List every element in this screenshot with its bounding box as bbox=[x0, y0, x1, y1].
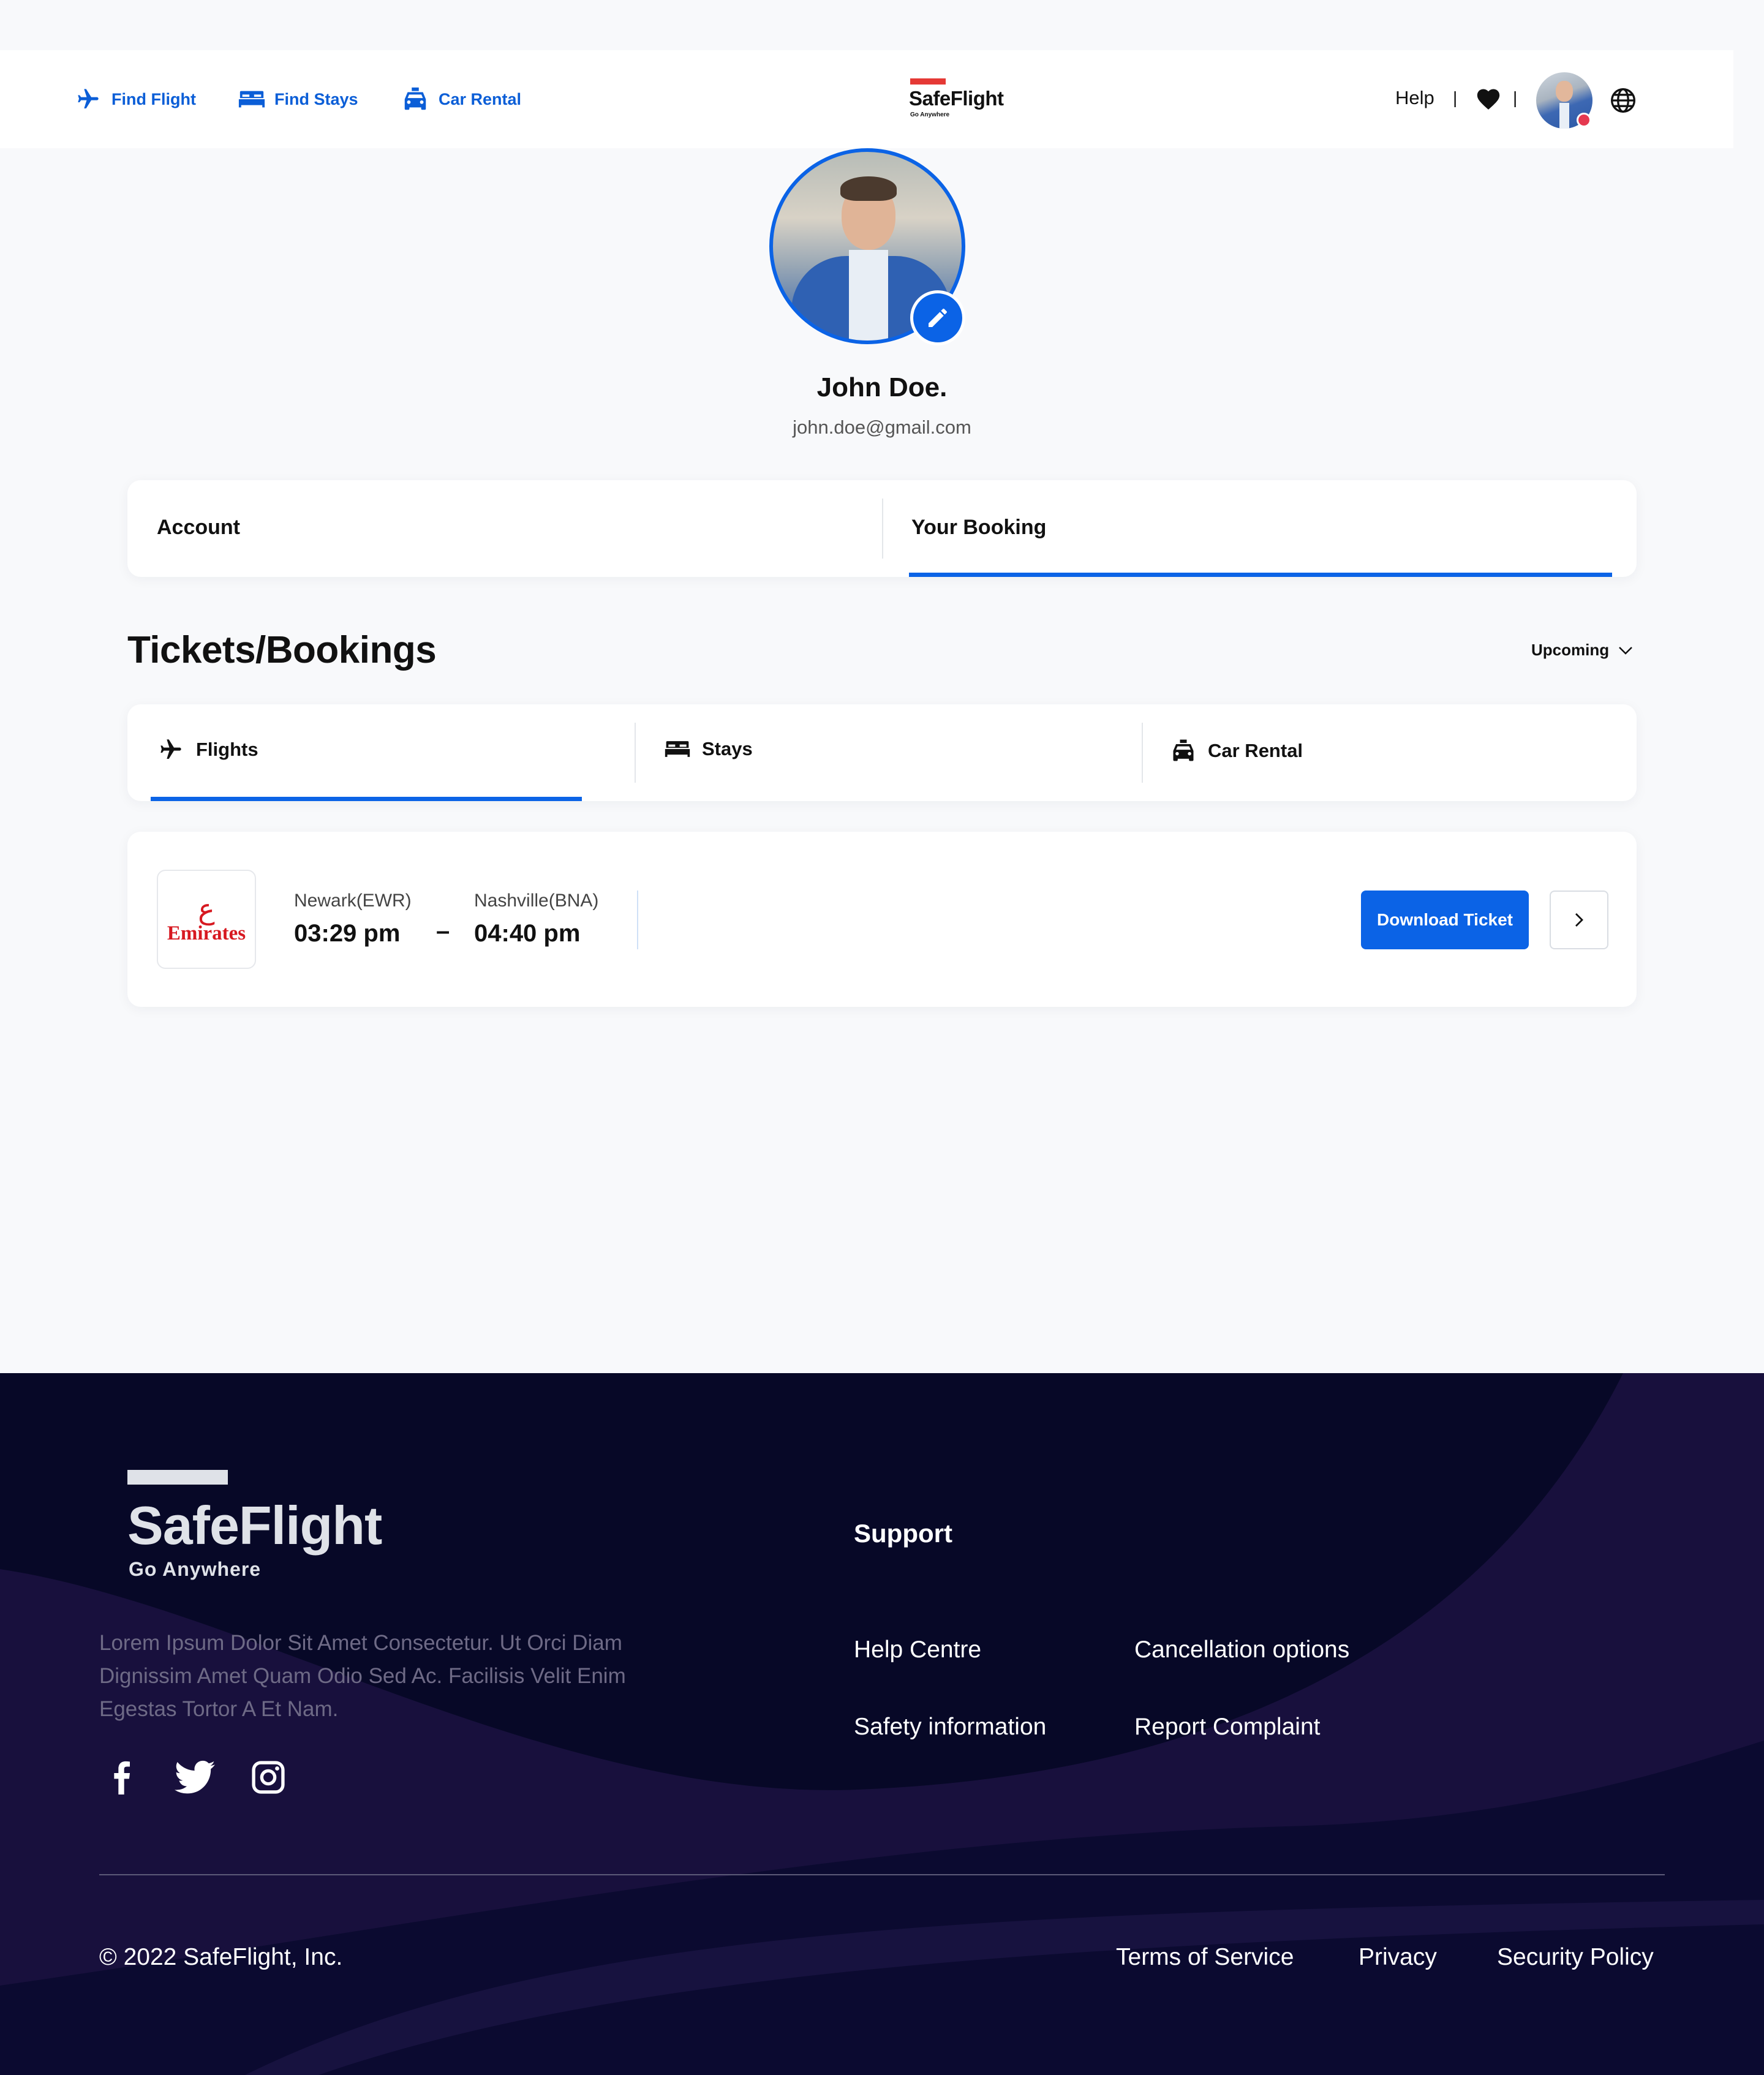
facebook-icon bbox=[114, 1761, 130, 1794]
footer: SafeFlight Go Anywhere Lorem Ipsum Dolor… bbox=[0, 1373, 1764, 2075]
profile-name: John Doe. bbox=[816, 372, 948, 402]
tab-car-rental[interactable]: Car Rental bbox=[1170, 737, 1303, 764]
brand-bar bbox=[910, 78, 946, 85]
twitter-link[interactable] bbox=[173, 1755, 217, 1799]
instagram-icon bbox=[252, 1761, 285, 1794]
card-divider bbox=[637, 891, 638, 949]
arrival-city: Nashville(BNA) bbox=[474, 891, 599, 911]
footer-link-security-policy[interactable]: Security Policy bbox=[1497, 1944, 1654, 1971]
nav-find-stays[interactable]: Find Stays bbox=[238, 82, 358, 116]
avatar[interactable] bbox=[1536, 72, 1593, 129]
tab-flights[interactable]: Flights bbox=[157, 737, 258, 762]
emirates-logo-word: Emirates bbox=[167, 922, 246, 944]
tab-stays[interactable]: Stays bbox=[664, 737, 753, 761]
photo-hair bbox=[840, 176, 897, 201]
account-tabs: Account Your Booking bbox=[127, 480, 1637, 577]
brand-name: SafeFlight bbox=[909, 87, 1004, 110]
bookings-title: Tickets/Bookings bbox=[127, 629, 437, 671]
facebook-link[interactable] bbox=[99, 1755, 143, 1799]
emirates-logo: ﻉ Emirates bbox=[157, 870, 256, 969]
booking-details-button[interactable] bbox=[1550, 891, 1608, 949]
twitter-icon bbox=[175, 1760, 215, 1794]
nav-separator: | bbox=[1513, 88, 1518, 107]
tab-stays-label: Stays bbox=[702, 738, 753, 759]
active-tab-indicator bbox=[909, 573, 1612, 577]
nav-separator: | bbox=[1453, 88, 1458, 107]
route-dash: – bbox=[436, 917, 450, 944]
top-navbar: Find Flight Find Stays Car Rental SafeFl… bbox=[0, 50, 1733, 148]
footer-link-terms[interactable]: Terms of Service bbox=[1116, 1944, 1294, 1971]
footer-logo[interactable]: SafeFlight Go Anywhere bbox=[127, 1470, 421, 1580]
avatar-shirt bbox=[1559, 103, 1569, 129]
plane-icon bbox=[160, 739, 181, 759]
tab-your-booking[interactable]: Your Booking bbox=[911, 516, 1046, 540]
pencil-icon bbox=[929, 309, 947, 327]
footer-link-safety-information[interactable]: Safety information bbox=[854, 1714, 1046, 1741]
footer-logo-bar bbox=[127, 1470, 228, 1485]
tab-account[interactable]: Account bbox=[157, 516, 240, 540]
nav-car-rental-label: Car Rental bbox=[439, 89, 522, 108]
avatar-face bbox=[1556, 81, 1573, 102]
chevron-right-icon bbox=[1575, 913, 1583, 927]
avatar-status-badge bbox=[1577, 113, 1591, 127]
heart-icon[interactable] bbox=[1475, 86, 1502, 110]
nav-car-rental[interactable]: Car Rental bbox=[401, 82, 521, 116]
footer-link-help-centre[interactable]: Help Centre bbox=[854, 1636, 981, 1663]
departure-time: 03:29 pm bbox=[294, 920, 401, 947]
nav-find-flight[interactable]: Find Flight bbox=[74, 82, 196, 116]
brand-tagline: Go Anywhere bbox=[910, 111, 950, 118]
support-heading: Support bbox=[854, 1519, 952, 1548]
nav-find-flight-label: Find Flight bbox=[111, 89, 196, 108]
edit-photo-button[interactable] bbox=[910, 290, 965, 345]
emirates-logo-script: ﻉ bbox=[198, 892, 215, 925]
tab-car-rental-label: Car Rental bbox=[1208, 740, 1303, 761]
bed-icon bbox=[665, 741, 690, 757]
car-icon bbox=[404, 87, 426, 110]
footer-brand-name: SafeFlight bbox=[127, 1495, 382, 1556]
category-divider bbox=[635, 723, 636, 783]
tab-divider bbox=[882, 499, 883, 559]
tab-flights-label: Flights bbox=[196, 739, 258, 760]
footer-brand-tagline: Go Anywhere bbox=[129, 1558, 262, 1580]
footer-link-privacy[interactable]: Privacy bbox=[1359, 1944, 1437, 1971]
globe-icon[interactable] bbox=[1610, 87, 1637, 114]
help-link[interactable]: Help bbox=[1395, 87, 1434, 109]
footer-divider bbox=[99, 1874, 1665, 1875]
footer-link-report-complaint[interactable]: Report Complaint bbox=[1134, 1714, 1320, 1741]
upcoming-filter-dropdown[interactable]: Upcoming bbox=[1531, 641, 1634, 660]
nav-find-stays-label: Find Stays bbox=[274, 89, 358, 108]
flight-booking-card: ﻉ Emirates Newark(EWR) 03:29 pm – Nashvi… bbox=[127, 832, 1637, 1007]
download-ticket-button[interactable]: Download Ticket bbox=[1361, 891, 1529, 949]
photo-shirt bbox=[849, 250, 888, 341]
footer-link-cancellation-options[interactable]: Cancellation options bbox=[1134, 1636, 1349, 1663]
bed-icon bbox=[238, 91, 265, 108]
plane-icon bbox=[78, 89, 99, 108]
brand-logo[interactable]: SafeFlight Go Anywhere bbox=[909, 78, 1019, 121]
footer-description: Lorem Ipsum Dolor Sit Amet Consectetur. … bbox=[99, 1631, 626, 1721]
category-divider bbox=[1142, 723, 1143, 783]
car-icon bbox=[1173, 739, 1194, 761]
instagram-link[interactable] bbox=[246, 1755, 290, 1799]
booking-category-tabs: Flights Stays Car Rental bbox=[127, 704, 1637, 801]
upcoming-filter-label: Upcoming bbox=[1531, 641, 1610, 659]
chevron-down-icon bbox=[1619, 646, 1632, 655]
arrival-time: 04:40 pm bbox=[474, 920, 581, 947]
copyright-text: © 2022 SafeFlight, Inc. bbox=[99, 1944, 343, 1970]
departure-city: Newark(EWR) bbox=[294, 891, 412, 911]
profile-email: john.doe@gmail.com bbox=[793, 416, 971, 438]
active-category-indicator bbox=[151, 797, 582, 801]
